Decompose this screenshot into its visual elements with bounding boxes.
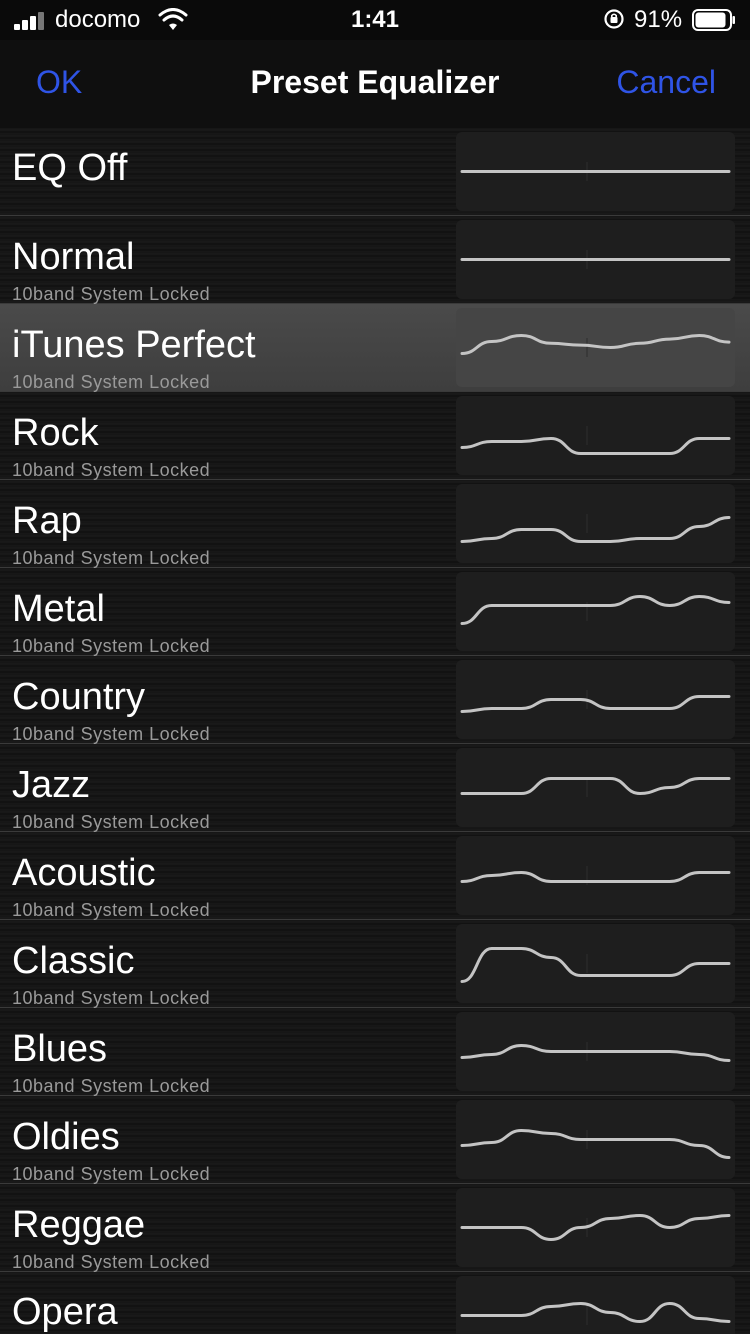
eq-curve-line <box>460 516 731 543</box>
preset-subtitle: 10band System Locked <box>12 724 211 744</box>
eq-curve-graph <box>460 866 731 885</box>
cancel-button[interactable]: Cancel <box>616 64 716 101</box>
preset-subtitle: 10band System Locked <box>12 1076 211 1096</box>
eq-curve-preview <box>456 572 735 651</box>
eq-curve-line <box>460 870 731 883</box>
preset-name: Oldies <box>12 1116 120 1158</box>
preset-subtitle: 10band System Locked <box>12 988 211 1008</box>
preset-row[interactable]: Oldies 10band System Locked <box>0 1096 750 1184</box>
eq-curve-preview <box>456 660 735 739</box>
eq-curve-preview <box>456 748 735 827</box>
eq-curve-line <box>460 1043 731 1062</box>
preset-row[interactable]: Country 10band System Locked <box>0 656 750 744</box>
preset-name: Acoustic <box>12 852 156 894</box>
preset-name: Reggae <box>12 1204 146 1246</box>
eq-curve-graph <box>460 162 731 181</box>
preset-name: Jazz <box>12 764 91 806</box>
eq-curve-line <box>460 777 731 796</box>
eq-curve-preview <box>456 132 735 211</box>
battery-percent: 91% <box>634 6 683 33</box>
preset-name: Rap <box>12 500 82 542</box>
eq-curve-preview <box>456 308 735 387</box>
status-bar: docomo 1:41 91% <box>0 0 750 40</box>
eq-curve-line <box>460 947 731 983</box>
eq-curve-preview <box>456 1100 735 1179</box>
preset-row[interactable]: Metal 10band System Locked <box>0 568 750 656</box>
eq-curve-graph <box>460 1042 731 1062</box>
eq-curve-preview <box>456 1012 735 1091</box>
eq-curve-graph <box>460 594 731 625</box>
preset-name: EQ Off <box>12 147 128 189</box>
preset-subtitle: 10band System Locked <box>12 548 211 568</box>
navigation-bar: OK Preset Equalizer Cancel <box>0 40 750 129</box>
eq-curve-line <box>460 436 731 455</box>
preset-subtitle: 10band System Locked <box>12 1164 211 1184</box>
preset-name: Country <box>12 676 146 718</box>
preset-row[interactable]: Blues 10band System Locked <box>0 1008 750 1096</box>
eq-curve-line <box>460 1213 731 1242</box>
preset-row[interactable]: iTunes Perfect 10band System Locked <box>0 304 750 392</box>
eq-curve-graph <box>460 250 731 269</box>
eq-curve-graph <box>460 1301 731 1325</box>
preset-subtitle: 10band System Locked <box>12 372 211 392</box>
preset-row[interactable]: EQ Off <box>0 128 750 216</box>
eq-curve-preview <box>456 220 735 299</box>
orientation-lock-icon <box>604 9 624 29</box>
eq-curve-graph <box>460 777 731 797</box>
eq-curve-graph <box>460 333 731 357</box>
preset-name: iTunes Perfect <box>12 324 256 366</box>
preset-row[interactable]: Opera <box>0 1272 750 1334</box>
preset-subtitle: 10band System Locked <box>12 636 211 656</box>
eq-curve-preview <box>456 484 735 563</box>
preset-row[interactable]: Reggae 10band System Locked <box>0 1184 750 1272</box>
preset-name: Opera <box>12 1291 118 1333</box>
preset-row[interactable]: Acoustic 10band System Locked <box>0 832 750 920</box>
eq-curve-graph <box>460 514 731 543</box>
preset-name: Normal <box>12 236 135 278</box>
eq-curve-preview <box>456 836 735 915</box>
preset-subtitle: 10band System Locked <box>12 900 211 920</box>
eq-curve-preview <box>456 924 735 1003</box>
preset-row[interactable]: Classic 10band System Locked <box>0 920 750 1008</box>
preset-row[interactable]: Rock 10band System Locked <box>0 392 750 480</box>
preset-row[interactable]: Jazz 10band System Locked <box>0 744 750 832</box>
eq-curve-graph <box>460 1213 731 1242</box>
preset-subtitle: 10band System Locked <box>12 460 211 480</box>
eq-curve-graph <box>460 947 731 983</box>
eq-curve-graph <box>460 690 731 713</box>
preset-row[interactable]: Normal 10band System Locked <box>0 216 750 304</box>
preset-name: Rock <box>12 412 99 454</box>
preset-list[interactable]: EQ Off Normal 10band System Locked iTunes P… <box>0 128 750 1334</box>
preset-subtitle: 10band System Locked <box>12 284 211 304</box>
preset-name: Classic <box>12 940 135 982</box>
eq-curve-line <box>460 594 731 625</box>
eq-curve-line <box>460 695 731 713</box>
preset-name: Blues <box>12 1028 108 1070</box>
battery-icon <box>692 9 735 31</box>
eq-curve-preview <box>456 396 735 475</box>
preset-row[interactable]: Rap 10band System Locked <box>0 480 750 568</box>
preset-subtitle: 10band System Locked <box>12 1252 211 1272</box>
eq-curve-line <box>460 333 731 355</box>
eq-curve-graph <box>460 426 731 455</box>
eq-curve-line <box>460 1128 731 1159</box>
preset-name: Metal <box>12 588 105 630</box>
eq-curve-preview <box>456 1276 735 1334</box>
eq-curve-preview <box>456 1188 735 1267</box>
eq-curve-graph <box>460 1128 731 1159</box>
preset-subtitle: 10band System Locked <box>12 812 211 832</box>
eq-curve-line <box>460 1301 731 1324</box>
